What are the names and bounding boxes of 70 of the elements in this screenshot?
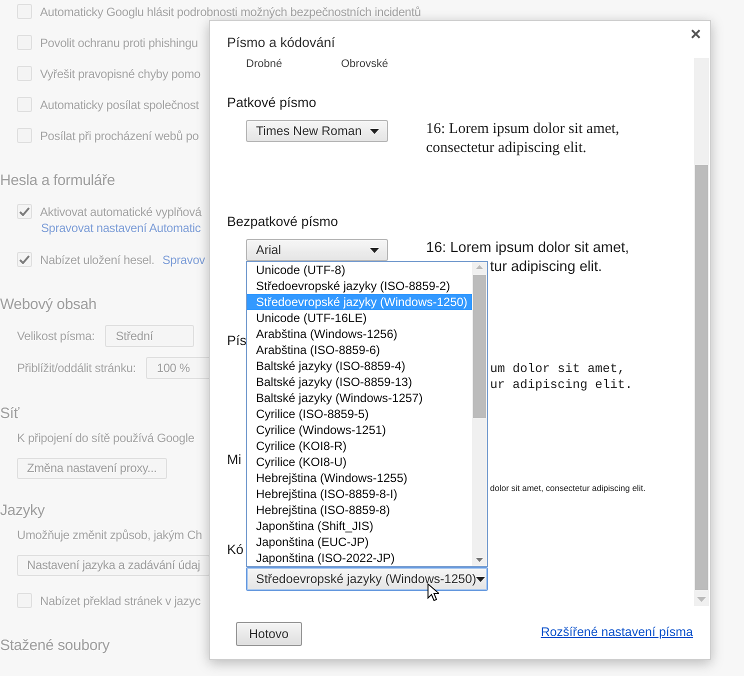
checkbox-label: Nabízet uložení hesel. (40, 252, 154, 266)
checkbox-label: Povolit ochranu proti phishingu (40, 36, 198, 50)
checkbox-label: Nabízet překlad stránek v jazyc (40, 594, 201, 608)
section-heading: Stažené soubory (0, 636, 110, 656)
checkbox-label: Vyřešit pravopisné chyby pomo (40, 66, 201, 80)
dialog-title: Písmo a kódování (227, 35, 336, 50)
scrollbar[interactable] (694, 58, 709, 606)
dropdown-option[interactable]: Baltské jazyky (ISO-8859-4) (247, 358, 472, 374)
dropdown-option[interactable]: Japonština (ISO-2022-JP) (247, 550, 472, 566)
scrollbar-thumb[interactable] (473, 275, 486, 418)
checkbox[interactable] (17, 252, 32, 267)
sample-text: um dolor sit amet, (490, 361, 626, 377)
scroll-down-icon (697, 597, 706, 602)
font-dropdown[interactable]: Times New Roman (246, 120, 388, 142)
scroll-up-icon (476, 265, 483, 269)
scroll-down-icon (476, 558, 483, 562)
caret-icon (370, 128, 379, 134)
font-dropdown[interactable]: Arial (246, 239, 388, 261)
section-heading: Bezpatkové písmo (227, 214, 338, 230)
checkbox-label: Aktivovat automatické vyplňová (40, 204, 202, 218)
encoding-dropdown[interactable]: Středoevropské jazyky (Windows-1250) (246, 567, 488, 591)
sample-text: 16: Lorem ipsum dolor sit amet, (426, 120, 620, 139)
dropdown-option[interactable]: Unicode (UTF-8) (247, 262, 472, 278)
scale-label: Drobné (246, 58, 284, 72)
sample-text: dolor sit amet, consectetur adipiscing elit. (490, 482, 646, 494)
dropdown-option[interactable]: Cyrilice (KOI8-R) (247, 438, 472, 454)
description-text: K připojení do sítě používá Google (16, 430, 194, 447)
caret-icon (476, 576, 486, 582)
sample-text: ur adipiscing elit. (490, 377, 633, 393)
checkmark-icon (19, 255, 30, 264)
dropdown-option[interactable]: Hebrejština (ISO-8859-8-I) (247, 486, 472, 502)
close-button[interactable]: × (690, 25, 701, 43)
section-heading: Hesla a formuláře (0, 171, 115, 191)
caret-icon (370, 248, 379, 252)
sample-text: 16: Lorem ipsum dolor sit amet, (426, 239, 630, 258)
dropdown-option[interactable]: Baltské jazyky (ISO-8859-13) (247, 374, 472, 390)
section-heading: Mi (227, 452, 242, 468)
dropdown-option[interactable]: Japonština (Shift_JIS) (247, 518, 472, 534)
dropdown-option[interactable]: Středoevropské jazyky (ISO-8859-2) (247, 278, 472, 294)
description-text: Umožňuje změnit způsob, jakým Ch (16, 527, 202, 544)
dropdown-option[interactable]: Japonština (EUC-JP) (247, 534, 472, 550)
dropdown-option[interactable]: Cyrilice (ISO-8859-5) (247, 406, 472, 422)
dropdown-option[interactable]: Cyrilice (Windows-1251) (247, 422, 472, 438)
dropdown-option[interactable]: Cyrilice (KOI8-U) (247, 454, 472, 470)
dropdown-option[interactable]: Unicode (UTF-16LE) (247, 310, 472, 326)
scrollbar[interactable] (472, 262, 487, 566)
field-label: Přiblížit/oddálit stránku: (17, 361, 136, 375)
checkbox-label: Automaticky posílat společnost (40, 98, 199, 112)
dropdown-option[interactable]: Baltské jazyky (Windows-1257) (247, 390, 472, 406)
done-button[interactable]: Hotovo (236, 622, 302, 646)
section-heading: Síť (0, 404, 20, 424)
checkbox-label: Automaticky Googlu hlásit podrobnosti možných bezpečnostních incidentů (40, 4, 421, 18)
field-label: Velikost písma: (17, 329, 95, 343)
advanced-font-settings-link[interactable]: Rozšířené nastavení písma (540, 625, 693, 639)
section-heading: Patkové písmo (227, 95, 316, 111)
sample-text: consectetur adipiscing elit. (426, 139, 586, 158)
checkbox[interactable] (17, 204, 32, 219)
dropdown-option[interactable]: Hebrejština (Windows-1255) (247, 470, 472, 486)
dropdown-option[interactable]: Arabština (Windows-1256) (247, 326, 472, 342)
scale-label: Obrovské (341, 58, 390, 72)
sample-text: tur adipiscing elit. (490, 258, 602, 277)
section-heading: Jazyky (0, 501, 45, 521)
checkmark-icon (19, 207, 30, 216)
section-heading: Kó (227, 542, 244, 558)
section-heading: Pís (227, 333, 247, 349)
checkbox-label: Posílat při procházení webů po (40, 128, 199, 142)
scrollbar-thumb[interactable] (695, 165, 708, 590)
dropdown-option[interactable]: Hebrejština (ISO-8859-8) (247, 502, 472, 518)
section-heading: Webový obsah (0, 295, 97, 315)
dropdown-option[interactable]: Arabština (ISO-8859-6) (247, 342, 472, 358)
